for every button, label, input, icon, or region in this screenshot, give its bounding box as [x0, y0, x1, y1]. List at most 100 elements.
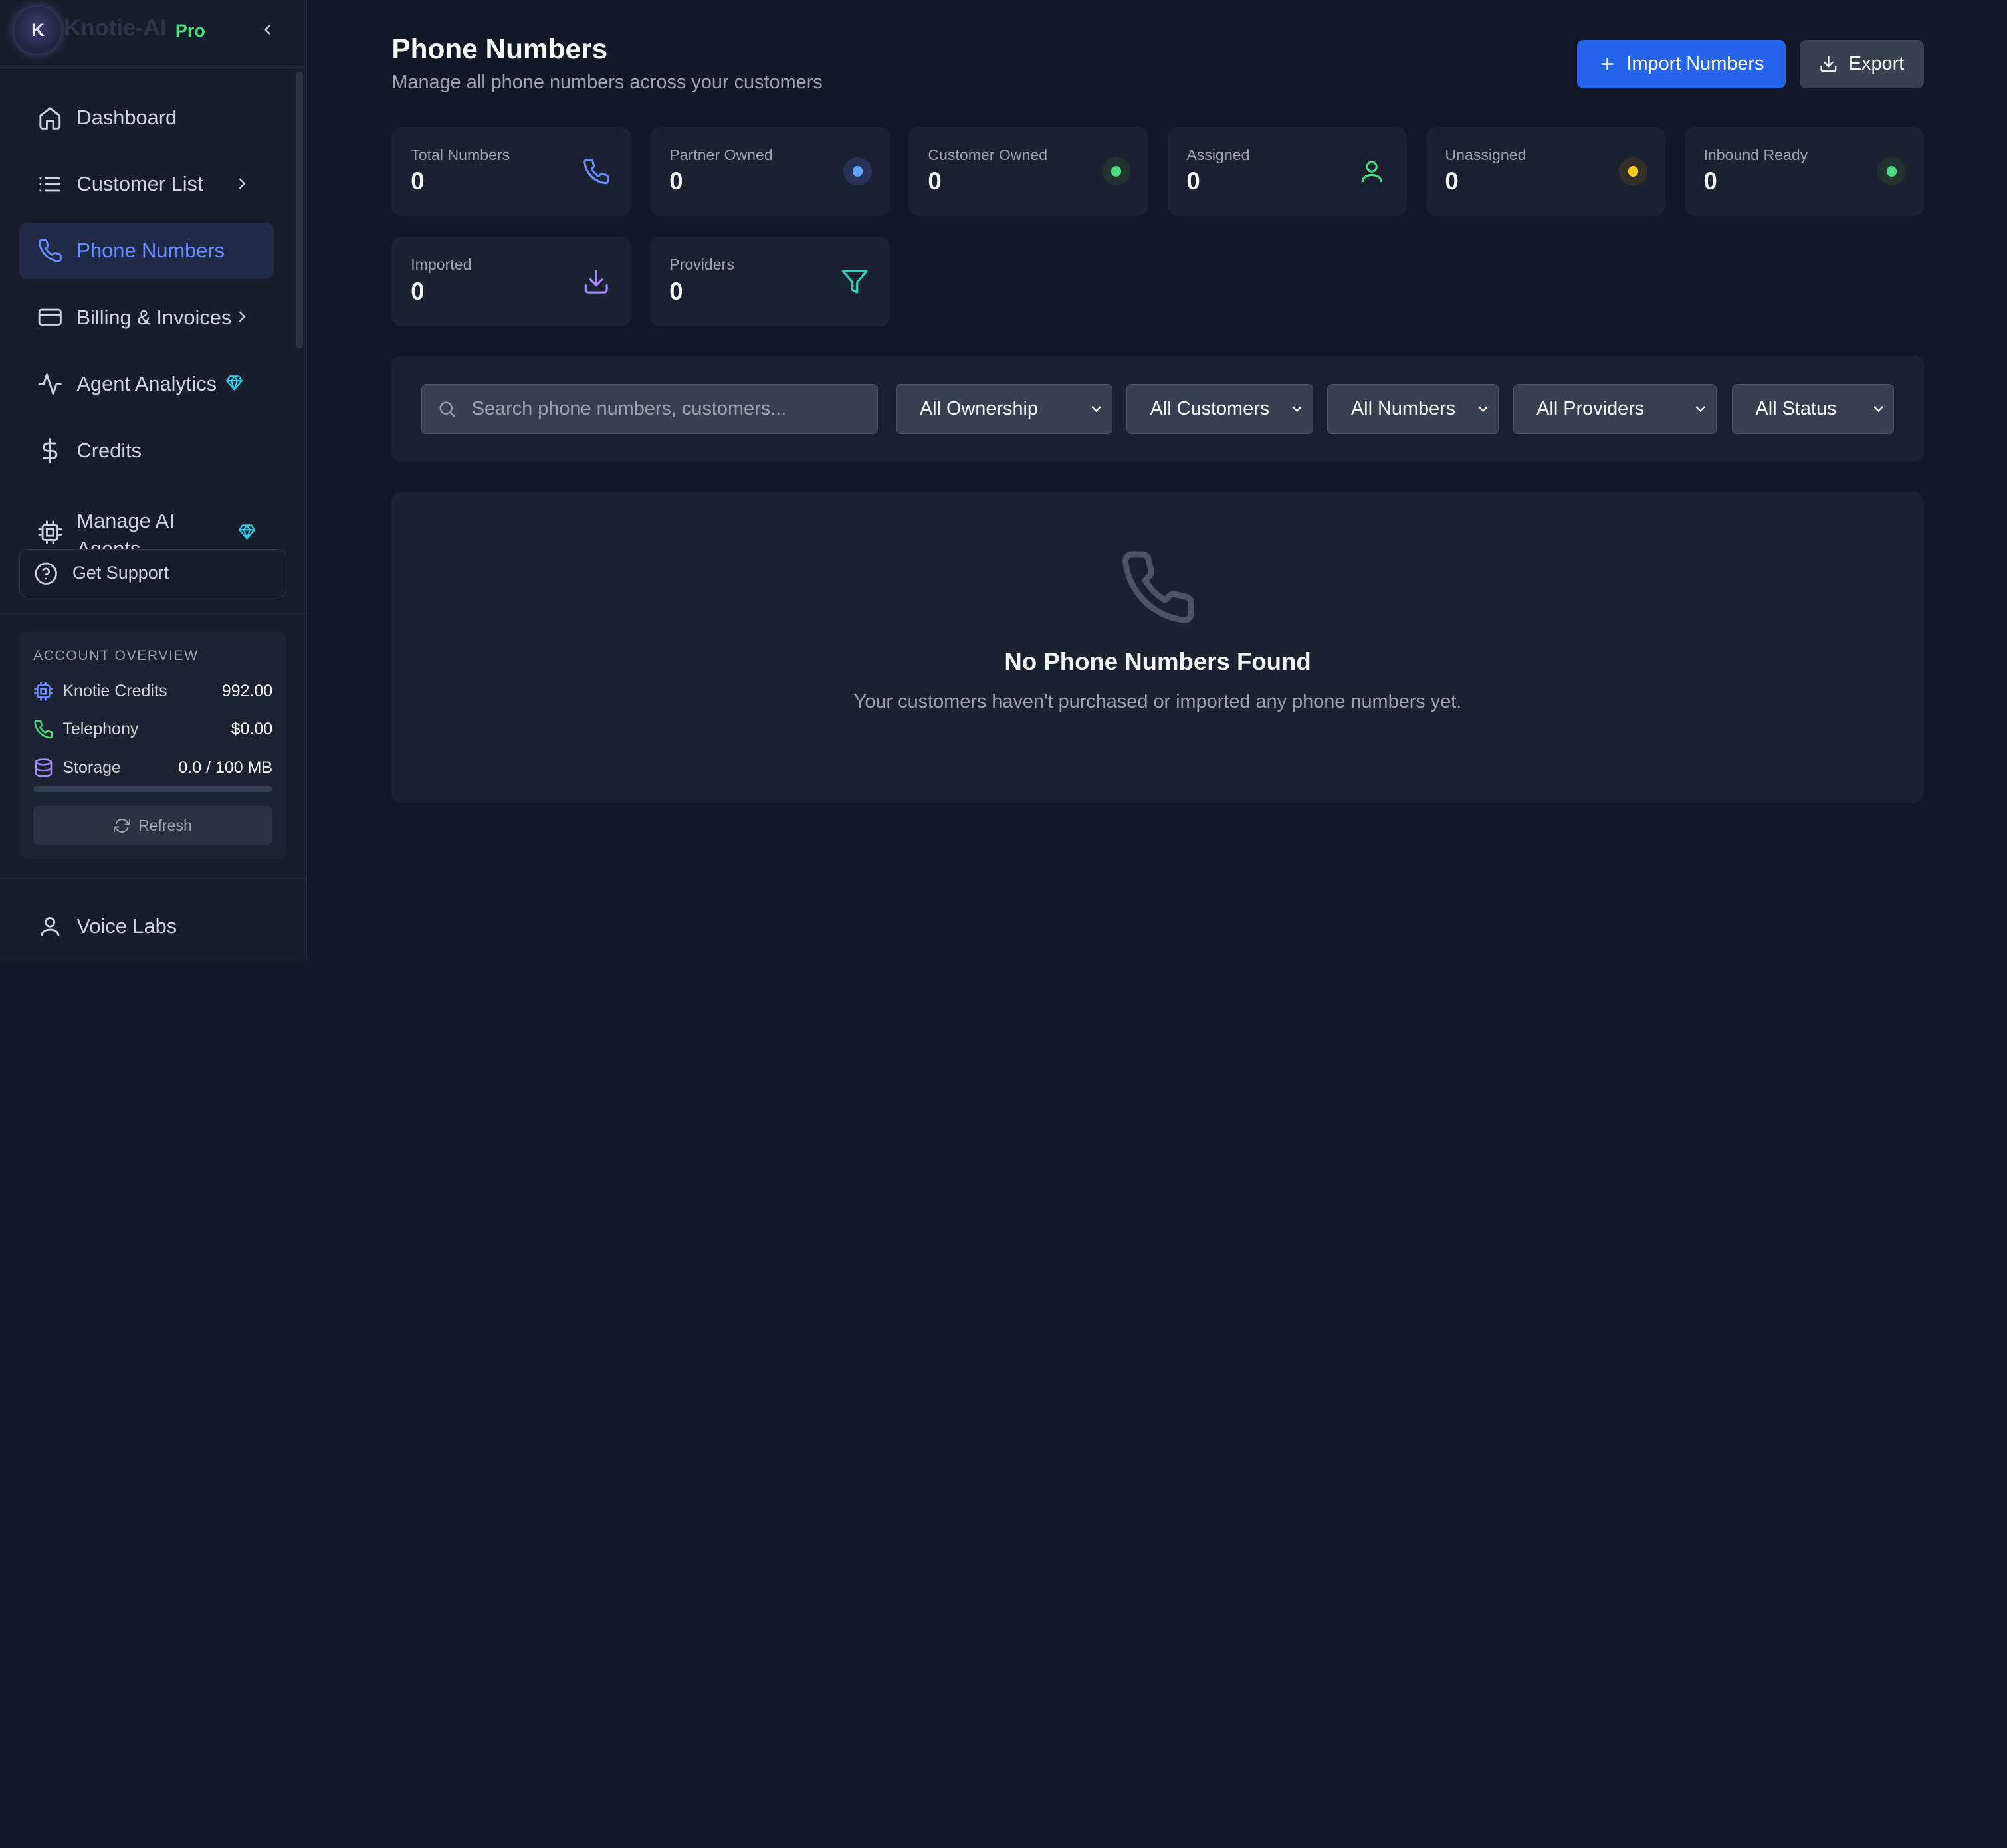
stat-value: 0 [1445, 167, 1459, 195]
account-row-label: Telephony [62, 720, 139, 739]
account-overview-title: ACCOUNT OVERVIEW [33, 647, 199, 663]
cpu-icon [33, 681, 54, 702]
stat-card-providers: Providers 0 [650, 237, 890, 327]
numbers-select[interactable]: All Numbers [1327, 383, 1499, 434]
stat-card-assigned: Assigned 0 [1167, 126, 1407, 217]
account-row-value: 992.00 [221, 681, 273, 700]
stat-label: Assigned [1186, 146, 1250, 163]
chevron-down-icon [1475, 401, 1491, 417]
account-row-value: $0.00 [231, 720, 273, 739]
dollar-icon [37, 437, 63, 464]
phone-icon [37, 238, 63, 264]
sidebar-scrollbar-thumb[interactable] [295, 71, 304, 348]
sidebar-item-customer-list[interactable]: Customer List [19, 156, 274, 213]
sidebar-item-label: Dashboard [76, 106, 177, 130]
customers-select[interactable]: All Customers [1126, 383, 1314, 434]
home-icon [37, 105, 63, 131]
search-input[interactable] [471, 397, 856, 420]
account-row-storage: Storage 0.0 / 100 MB [33, 755, 272, 781]
refresh-label: Refresh [138, 816, 192, 834]
sidebar-item-manage-ai-agents[interactable]: Manage AI Agents [19, 489, 274, 550]
sidebar-item-voice-labs[interactable]: Voice Labs [19, 898, 274, 955]
phone-icon [581, 156, 611, 187]
search-box[interactable] [421, 383, 879, 434]
empty-state-title: No Phone Numbers Found [1004, 647, 1311, 675]
empty-state-message: Your customers haven't purchased or impo… [853, 691, 1462, 713]
sidebar-item-agent-analytics[interactable]: Agent Analytics [19, 356, 274, 412]
logo-initial: K [31, 19, 45, 40]
status-select-value: All Status [1755, 397, 1837, 419]
sidebar-item-label: Agent Analytics [76, 371, 217, 395]
sidebar-item-label: Customer List [76, 172, 203, 196]
providers-select-value: All Providers [1536, 397, 1645, 419]
cpu-icon [37, 520, 63, 546]
providers-select[interactable]: All Providers [1513, 383, 1717, 434]
stat-label: Providers [669, 256, 734, 274]
chevron-right-icon [233, 174, 251, 198]
stat-label: Customer Owned [928, 146, 1048, 163]
search-icon [437, 399, 457, 419]
account-row-credits: Knotie Credits 992.00 [33, 678, 272, 704]
stat-card-partner-owned: Partner Owned 0 [650, 126, 890, 217]
sidebar: K Knotie-AI Pro Dashboard Customer List [0, 0, 308, 960]
blue-dot-icon [843, 157, 872, 186]
phone-icon [1118, 548, 1198, 627]
account-row-telephony: Telephony $0.00 [33, 717, 272, 743]
database-icon [33, 758, 54, 778]
status-select[interactable]: All Status [1731, 383, 1895, 434]
storage-progress-bar [33, 785, 273, 793]
page-title: Phone Numbers [391, 33, 608, 65]
filter-bar: All Ownership All Customers All Numbers … [391, 356, 1924, 462]
sidebar-nav: Dashboard Customer List Phone Numbers Bi… [0, 69, 294, 550]
sidebar-item-dashboard[interactable]: Dashboard [19, 90, 274, 146]
get-support-label: Get Support [72, 563, 169, 583]
refresh-button[interactable]: Refresh [33, 806, 273, 845]
chevron-down-icon [1089, 401, 1104, 417]
collapse-sidebar-button[interactable] [256, 18, 279, 41]
ownership-select[interactable]: All Ownership [896, 383, 1112, 434]
customers-select-value: All Customers [1150, 397, 1270, 419]
empty-state-panel: No Phone Numbers Found Your customers ha… [391, 491, 1924, 803]
account-row-label: Storage [62, 758, 121, 777]
stat-label: Unassigned [1445, 146, 1527, 163]
account-row-value: 0.0 / 100 MB [178, 758, 273, 777]
yellow-dot-icon [1619, 157, 1647, 186]
sidebar-item-label: Credits [76, 438, 142, 462]
diamond-icon [225, 373, 243, 397]
green-dot-icon [1102, 157, 1130, 186]
app-window: K Knotie-AI Pro Dashboard Customer List [0, 0, 2007, 960]
import-numbers-label: Import Numbers [1626, 52, 1764, 74]
download-icon [581, 266, 611, 297]
brand-header: K Knotie-AI Pro [0, 0, 306, 68]
sidebar-item-billing[interactable]: Billing & Invoices [19, 289, 274, 346]
divider [0, 878, 306, 880]
sidebar-item-credits[interactable]: Credits [19, 423, 274, 479]
sidebar-item-label: Voice Labs [76, 914, 177, 938]
refresh-icon [114, 817, 131, 834]
stat-value: 0 [669, 167, 683, 195]
stat-value: 0 [928, 167, 942, 195]
export-button[interactable]: Export [1799, 39, 1924, 88]
get-support-button[interactable]: Get Support [19, 549, 287, 598]
chevron-right-icon [233, 307, 251, 331]
user-icon [1357, 156, 1388, 187]
activity-icon [37, 371, 63, 397]
stat-value: 0 [669, 277, 683, 305]
stat-card-unassigned: Unassigned 0 [1426, 126, 1665, 217]
diamond-icon [238, 522, 256, 546]
import-numbers-button[interactable]: Import Numbers [1576, 39, 1786, 88]
divider [0, 613, 306, 615]
sidebar-item-phone-numbers[interactable]: Phone Numbers [19, 223, 274, 279]
help-circle-icon [34, 562, 58, 586]
credit-card-icon [37, 304, 63, 330]
chevron-down-icon [1289, 401, 1305, 417]
export-label: Export [1848, 52, 1905, 74]
download-icon [1819, 54, 1838, 74]
plus-icon [1598, 55, 1616, 73]
stat-label: Imported [411, 256, 472, 274]
stat-value: 0 [411, 167, 425, 195]
chevron-left-icon [264, 25, 270, 35]
chevron-down-icon [1871, 401, 1886, 417]
logo[interactable]: K [14, 6, 62, 54]
account-overview-card: ACCOUNT OVERVIEW Knotie Credits 992.00 T… [19, 631, 287, 859]
